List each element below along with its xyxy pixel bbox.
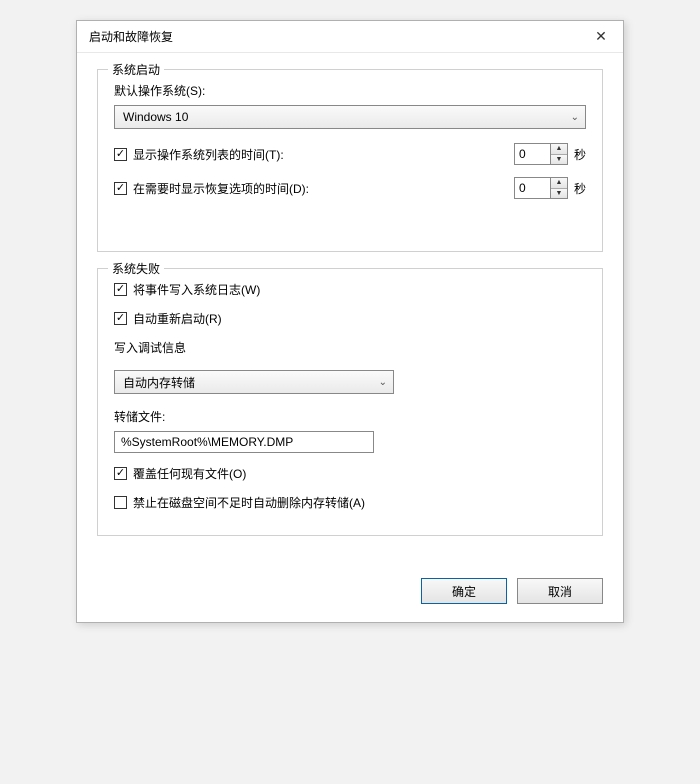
disable-delete-label: 禁止在磁盘空间不足时自动删除内存转储(A) <box>133 494 365 511</box>
dump-file-label: 转储文件: <box>114 408 586 425</box>
default-os-value: Windows 10 <box>123 110 188 124</box>
spinner-up-icon[interactable]: ▲ <box>551 144 567 155</box>
overwrite-checkbox[interactable]: ✓ <box>114 467 127 480</box>
recovery-time-label: 在需要时显示恢复选项的时间(D): <box>133 180 309 197</box>
dialog-buttons: 确定 取消 <box>77 568 623 622</box>
disable-delete-row: 禁止在磁盘空间不足时自动删除内存转储(A) <box>114 494 586 511</box>
recovery-time-row: ✓ 在需要时显示恢复选项的时间(D): ▲ ▼ 秒 <box>114 177 586 199</box>
auto-restart-row: ✓ 自动重新启动(R) <box>114 310 586 327</box>
ok-button[interactable]: 确定 <box>421 578 507 604</box>
cancel-button[interactable]: 取消 <box>517 578 603 604</box>
spinner-up-icon[interactable]: ▲ <box>551 178 567 189</box>
default-os-label: 默认操作系统(S): <box>114 82 586 99</box>
startup-recovery-dialog: 启动和故障恢复 ✕ 系统启动 默认操作系统(S): Windows 10 ⌄ ✓… <box>76 20 624 623</box>
system-failure-group: 系统失败 ✓ 将事件写入系统日志(W) ✓ 自动重新启动(R) 写入调试信息 自… <box>97 268 603 536</box>
show-os-list-label: 显示操作系统列表的时间(T): <box>133 146 284 163</box>
group-title-startup: 系统启动 <box>108 61 164 78</box>
system-startup-group: 系统启动 默认操作系统(S): Windows 10 ⌄ ✓ 显示操作系统列表的… <box>97 69 603 252</box>
dialog-body: 系统启动 默认操作系统(S): Windows 10 ⌄ ✓ 显示操作系统列表的… <box>77 53 623 568</box>
group-title-failure: 系统失败 <box>108 260 164 277</box>
recovery-time-spinner[interactable]: ▲ ▼ <box>514 177 568 199</box>
chevron-down-icon: ⌄ <box>571 112 579 123</box>
close-icon[interactable]: ✕ <box>579 21 623 53</box>
disable-delete-checkbox[interactable] <box>114 496 127 509</box>
show-os-list-checkbox[interactable]: ✓ <box>114 148 127 161</box>
debug-info-dropdown[interactable]: 自动内存转储 ⌄ <box>114 370 394 394</box>
recovery-time-value[interactable] <box>514 177 550 199</box>
show-os-list-row: ✓ 显示操作系统列表的时间(T): ▲ ▼ 秒 <box>114 143 586 165</box>
seconds-unit: 秒 <box>574 146 586 163</box>
overwrite-row: ✓ 覆盖任何现有文件(O) <box>114 465 586 482</box>
write-event-label: 将事件写入系统日志(W) <box>133 281 260 298</box>
titlebar: 启动和故障恢复 ✕ <box>77 21 623 53</box>
spinner-down-icon[interactable]: ▼ <box>551 189 567 199</box>
spinner-down-icon[interactable]: ▼ <box>551 155 567 165</box>
auto-restart-checkbox[interactable]: ✓ <box>114 312 127 325</box>
write-event-checkbox[interactable]: ✓ <box>114 283 127 296</box>
overwrite-label: 覆盖任何现有文件(O) <box>133 465 246 482</box>
write-event-row: ✓ 将事件写入系统日志(W) <box>114 281 586 298</box>
seconds-unit: 秒 <box>574 180 586 197</box>
debug-info-label: 写入调试信息 <box>114 339 586 356</box>
dialog-title: 启动和故障恢复 <box>89 28 173 45</box>
show-os-list-spinner[interactable]: ▲ ▼ <box>514 143 568 165</box>
auto-restart-label: 自动重新启动(R) <box>133 310 222 327</box>
debug-info-value: 自动内存转储 <box>123 374 195 391</box>
show-os-list-value[interactable] <box>514 143 550 165</box>
recovery-time-checkbox[interactable]: ✓ <box>114 182 127 195</box>
default-os-dropdown[interactable]: Windows 10 ⌄ <box>114 105 586 129</box>
chevron-down-icon: ⌄ <box>379 377 387 388</box>
dump-file-input[interactable] <box>114 431 374 453</box>
